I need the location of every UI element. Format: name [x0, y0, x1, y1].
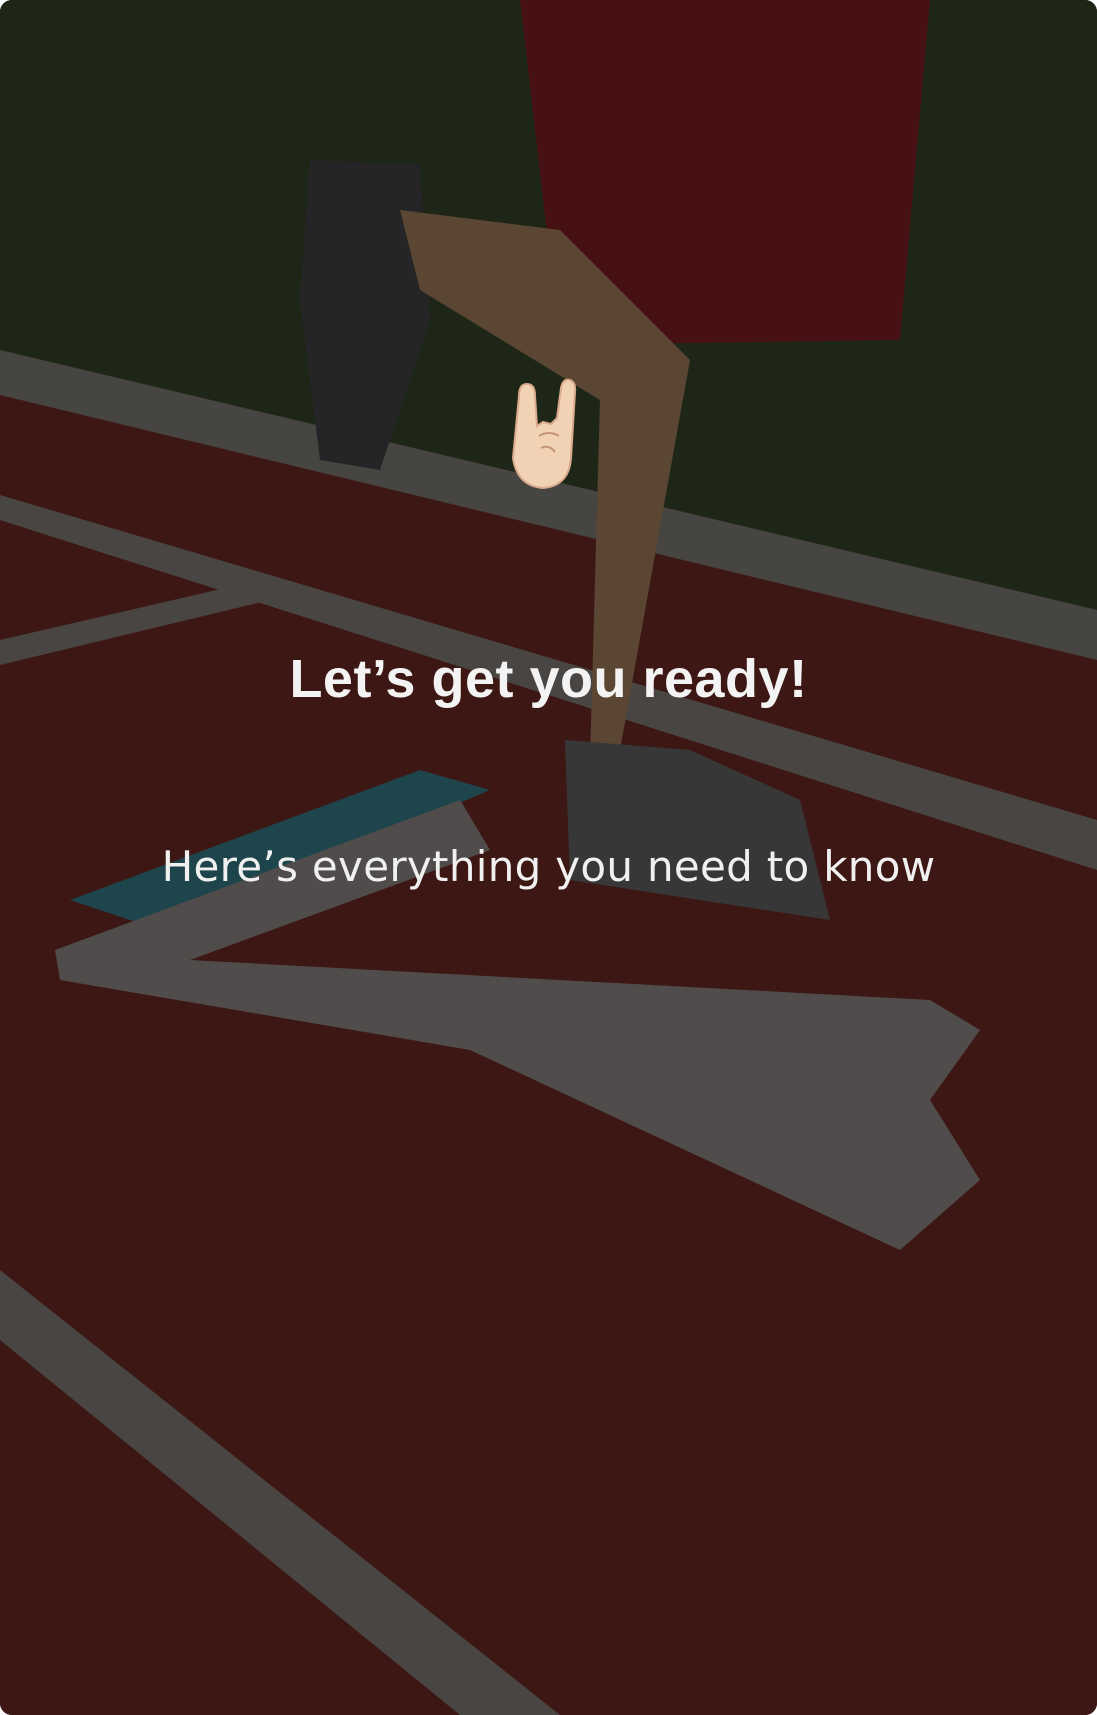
- page-subtitle: Here’s everything you need to know: [161, 842, 936, 891]
- rock-on-hand-icon: [511, 378, 577, 490]
- onboarding-screen: Let’s get you ready! Here’s everything y…: [0, 0, 1097, 1715]
- page-title: Let’s get you ready!: [289, 649, 808, 709]
